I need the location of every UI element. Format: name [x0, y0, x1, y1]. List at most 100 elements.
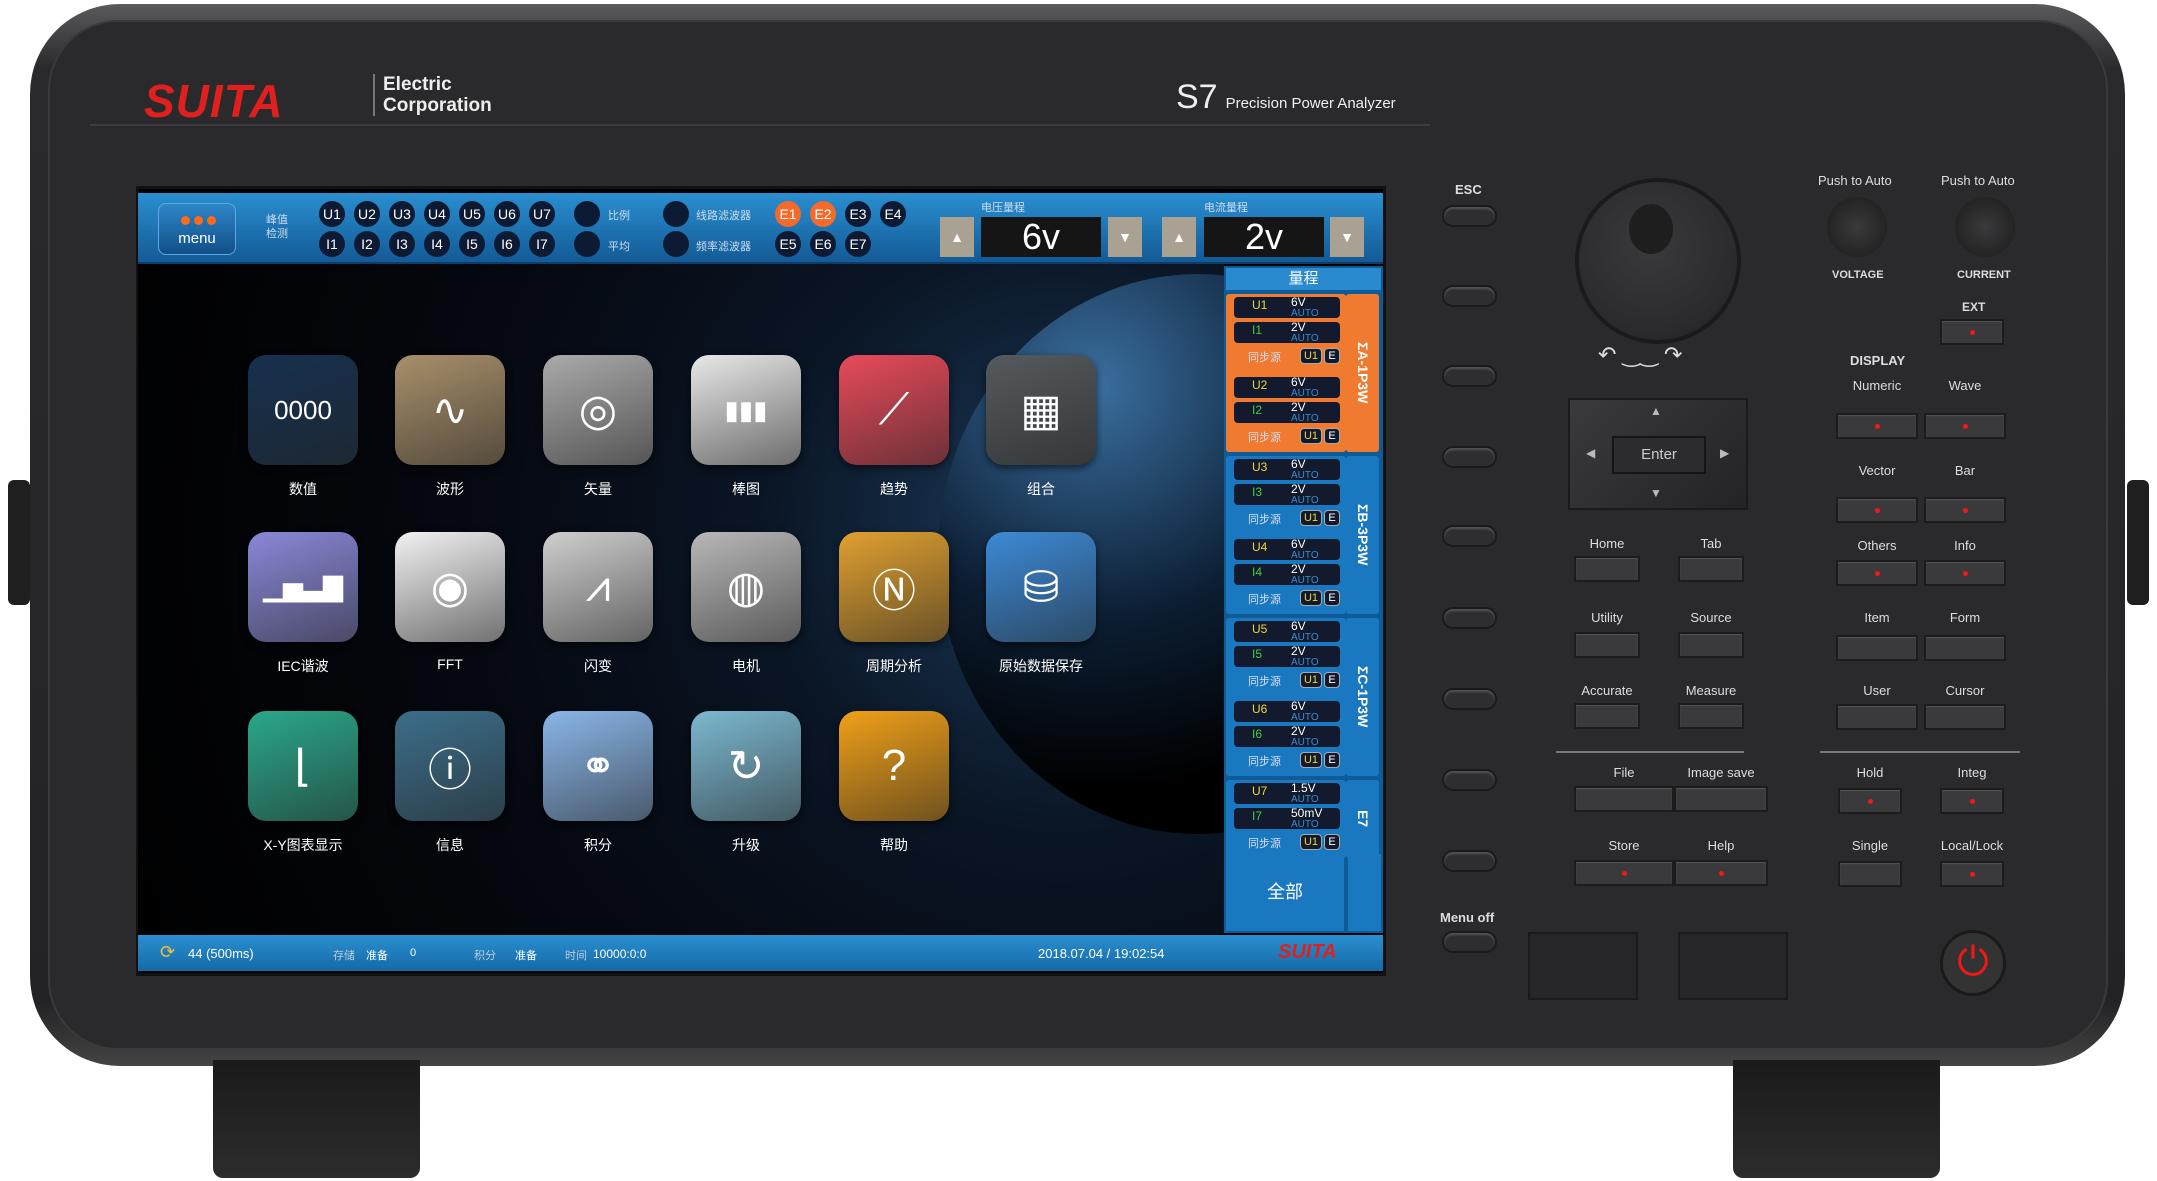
store-button[interactable] — [1574, 860, 1674, 886]
softkey-5[interactable] — [1442, 525, 1497, 548]
power-button[interactable]: ⏻ — [1940, 930, 2006, 996]
ext-button[interactable] — [1940, 319, 2004, 345]
softkey-1[interactable] — [1442, 204, 1497, 227]
voltage-range-row[interactable]: U3 6V AUTO — [1234, 458, 1340, 481]
app-xy-chart[interactable]: ⌊ — [248, 711, 358, 821]
u-channel-u5[interactable]: U5 — [459, 201, 485, 227]
sync-source-button[interactable]: U1 — [1300, 752, 1322, 768]
accurate-button[interactable] — [1574, 703, 1640, 729]
jog-wheel[interactable] — [1575, 178, 1741, 344]
app-waveform[interactable]: ∿ — [395, 355, 505, 465]
e-channel-e7[interactable]: E7 — [845, 231, 871, 257]
app-upgrade[interactable]: ↻ — [691, 711, 801, 821]
app-combination[interactable]: ▦ — [986, 355, 1096, 465]
sync-e-button[interactable]: E — [1324, 752, 1340, 768]
help-button[interactable] — [1674, 860, 1768, 886]
home-button[interactable] — [1574, 556, 1640, 582]
u-channel-u7[interactable]: U7 — [529, 201, 555, 227]
app-flicker[interactable]: ⩘ — [543, 532, 653, 642]
sync-e-button[interactable]: E — [1324, 834, 1340, 850]
sync-source-button[interactable]: U1 — [1300, 348, 1322, 364]
tab-button[interactable] — [1678, 556, 1744, 582]
u-channel-u2[interactable]: U2 — [354, 201, 380, 227]
sync-e-button[interactable]: E — [1324, 510, 1340, 526]
current-range-row[interactable]: I7 50mV AUTO — [1234, 807, 1340, 830]
e-channel-e1[interactable]: E1 — [775, 201, 801, 227]
all-button[interactable]: 全部 — [1226, 854, 1344, 931]
measure-button[interactable] — [1678, 703, 1744, 729]
app-help[interactable]: ? — [839, 711, 949, 821]
voltage-range-down-button[interactable]: ▼ — [1108, 217, 1142, 257]
enter-button[interactable]: Enter — [1612, 436, 1706, 474]
form-button[interactable] — [1924, 635, 2006, 661]
softkey-8[interactable] — [1442, 768, 1497, 791]
softkey-4[interactable] — [1442, 445, 1497, 468]
app-info[interactable]: ⓘ — [395, 711, 505, 821]
sync-e-button[interactable]: E — [1324, 348, 1340, 364]
voltage-knob[interactable] — [1827, 197, 1887, 257]
app-database[interactable]: ⛁ — [986, 532, 1096, 642]
sync-source-button[interactable]: U1 — [1300, 428, 1322, 444]
softkey-6[interactable] — [1442, 606, 1497, 629]
down-arrow-button[interactable]: ▼ — [1650, 486, 1662, 500]
up-arrow-button[interactable]: ▲ — [1650, 404, 1662, 418]
softkey-3[interactable] — [1442, 364, 1497, 387]
app-fft[interactable]: ◉ — [395, 532, 505, 642]
u-channel-u3[interactable]: U3 — [389, 201, 415, 227]
e-channel-e2[interactable]: E2 — [810, 201, 836, 227]
voltage-range-row[interactable]: U7 1.5V AUTO — [1234, 782, 1340, 805]
softkey-9[interactable] — [1442, 850, 1497, 873]
app-integration[interactable]: ⚭ — [543, 711, 653, 821]
single-button[interactable] — [1838, 861, 1902, 887]
voltage-range-row[interactable]: U5 6V AUTO — [1234, 620, 1340, 643]
u-channel-u4[interactable]: U4 — [424, 201, 450, 227]
current-range-row[interactable]: I4 2V AUTO — [1234, 563, 1340, 586]
app-trend[interactable]: ⟋ — [839, 355, 949, 465]
source-button[interactable] — [1678, 632, 1744, 658]
voltage-range-row[interactable]: U2 6V AUTO — [1234, 376, 1340, 399]
i-channel-i5[interactable]: I5 — [459, 231, 485, 257]
bar-button[interactable] — [1924, 497, 2006, 523]
app-cycle-analysis[interactable]: Ⓝ — [839, 532, 949, 642]
vector-button[interactable] — [1836, 497, 1918, 523]
numeric-button[interactable] — [1836, 413, 1918, 439]
sync-source-button[interactable]: U1 — [1300, 590, 1322, 606]
info-button[interactable] — [1924, 560, 2006, 586]
voltage-range-up-button[interactable]: ▲ — [940, 217, 974, 257]
u-channel-u1[interactable]: U1 — [319, 201, 345, 227]
sync-source-button[interactable]: U1 — [1300, 834, 1322, 850]
item-button[interactable] — [1836, 635, 1918, 661]
e-channel-e3[interactable]: E3 — [845, 201, 871, 227]
i-channel-i4[interactable]: I4 — [424, 231, 450, 257]
app-bar-chart[interactable]: ▮▮▮ — [691, 355, 801, 465]
e-channel-e4[interactable]: E4 — [880, 201, 906, 227]
ratio-indicator[interactable] — [574, 201, 600, 227]
average-indicator[interactable] — [574, 231, 600, 257]
app-motor[interactable]: ◍ — [691, 532, 801, 642]
image-save-button[interactable] — [1674, 786, 1768, 812]
e-channel-e6[interactable]: E6 — [810, 231, 836, 257]
integ-button[interactable] — [1940, 788, 2004, 814]
line-filter-indicator[interactable] — [663, 201, 689, 227]
sync-e-button[interactable]: E — [1324, 672, 1340, 688]
app-harmonic[interactable]: ▁▅▃▇ — [248, 532, 358, 642]
sync-e-button[interactable]: E — [1324, 590, 1340, 606]
current-range-row[interactable]: I6 2V AUTO — [1234, 725, 1340, 748]
i-channel-i6[interactable]: I6 — [494, 231, 520, 257]
i-channel-i7[interactable]: I7 — [529, 231, 555, 257]
current-range-row[interactable]: I5 2V AUTO — [1234, 645, 1340, 668]
u-channel-u6[interactable]: U6 — [494, 201, 520, 227]
voltage-range-row[interactable]: U1 6V AUTO — [1234, 296, 1340, 319]
freq-filter-indicator[interactable] — [663, 231, 689, 257]
hold-button[interactable] — [1838, 788, 1902, 814]
app-numeric[interactable]: 0000 — [248, 355, 358, 465]
i-channel-i2[interactable]: I2 — [354, 231, 380, 257]
current-range-row[interactable]: I3 2V AUTO — [1234, 483, 1340, 506]
cursor-button[interactable] — [1924, 704, 2006, 730]
current-range-down-button[interactable]: ▼ — [1330, 217, 1364, 257]
i-channel-i3[interactable]: I3 — [389, 231, 415, 257]
utility-button[interactable] — [1574, 632, 1640, 658]
current-range-up-button[interactable]: ▲ — [1162, 217, 1196, 257]
current-knob[interactable] — [1955, 197, 2015, 257]
i-channel-i1[interactable]: I1 — [319, 231, 345, 257]
